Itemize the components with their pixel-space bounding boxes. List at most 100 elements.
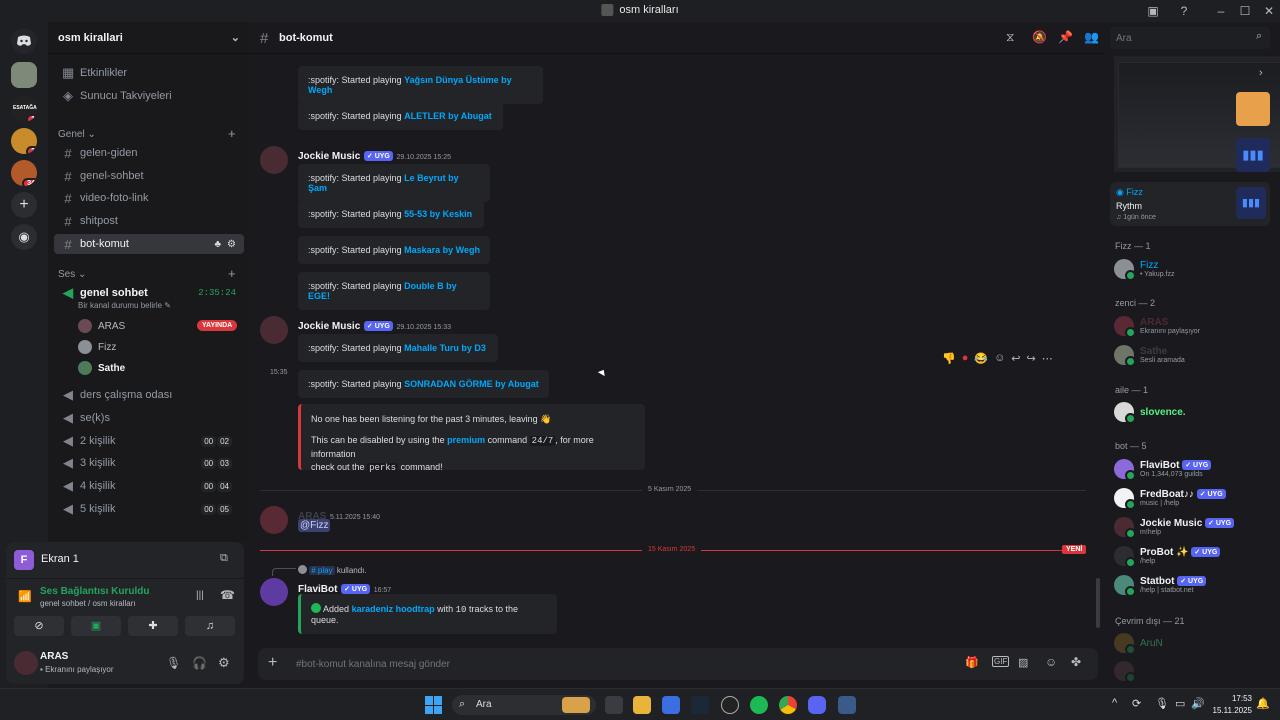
network-icon[interactable]: ▭ [1175,697,1185,710]
member-item[interactable]: Jockie Music ✓ UYG m!help [1114,514,1274,540]
app-icon[interactable] [838,696,856,714]
search-box[interactable]: ⌕ [1110,27,1270,49]
clock-date[interactable]: 15.11.2025 [1212,706,1252,715]
voice-user[interactable]: Sathe [78,361,125,375]
start-button[interactable] [425,696,443,714]
voice-user[interactable]: Fizz [78,340,116,354]
apps-icon[interactable]: ✤ [1071,655,1081,669]
chevron-up-icon[interactable]: ^ [1112,697,1117,709]
discord-icon[interactable] [808,696,826,714]
store-icon[interactable] [662,696,680,714]
maximize-button[interactable]: ☐ [1238,4,1252,18]
chrome-icon[interactable] [779,696,797,714]
add-member-icon[interactable]: ♣ [214,239,221,250]
sidebar-item-channel[interactable]: # video-foto-link [54,188,244,208]
scrollbar[interactable] [1096,578,1100,628]
minimize-button[interactable]: – [1214,4,1228,18]
sidebar-item-channel[interactable]: # genel-sohbet [54,166,244,186]
more-icon[interactable]: ⋯ [1042,352,1053,365]
microphone-icon[interactable]: 🎙 [166,656,181,670]
task-view-icon[interactable] [605,696,623,714]
search-input[interactable] [1116,31,1246,45]
avatar[interactable] [260,146,288,174]
member-item[interactable]: FlaviBot ✓ UYG On 1,344,073 guilds [1114,456,1274,482]
voice-channel-active[interactable]: ◀ genel sohbet 2:35:24 [54,283,244,303]
member-item[interactable] [1114,658,1274,684]
discord-home-icon[interactable] [11,28,37,54]
sidebar-item-channel-active[interactable]: # bot-komut ♣ ⚙ [54,234,244,254]
soundboard-button[interactable]: ♫ [185,616,235,636]
gift-icon[interactable]: 🎁 [965,656,979,669]
sidebar-item-events[interactable]: ▦ Etkinlikler [54,63,244,83]
avatar[interactable] [260,506,288,534]
add-channel-icon[interactable]: + [228,266,236,281]
spotify-icon[interactable] [750,696,768,714]
add-reaction-icon[interactable]: ☺ [994,352,1005,364]
add-server-icon[interactable]: + [11,192,37,218]
member-item[interactable]: Sathe Sesli aramada [1114,342,1274,368]
taskbar-search[interactable]: ⌕ Ara [452,695,596,715]
reply-icon[interactable]: ↩ [1011,352,1020,365]
voice-channel[interactable]: ◀ 4 kişilik 00 04 [54,476,244,496]
microphone-icon[interactable]: 🎙 [1155,697,1169,710]
voice-channel[interactable]: ◀ 5 kişilik 00 05 [54,499,244,519]
inbox-icon[interactable]: ▣ [1146,4,1160,18]
server-icon[interactable]: ESATAĞA 1 [11,96,37,122]
avatar[interactable] [260,316,288,344]
voice-channel[interactable]: ◀ se(k)s [54,408,244,428]
sidebar-item-boosts[interactable]: ◈ Sunucu Takviyeleri [54,86,244,106]
interaction-reply[interactable]: # play kullandı. [298,565,367,575]
disconnect-icon[interactable]: ☎ [220,588,235,602]
message-input[interactable] [296,655,916,673]
server-icon[interactable]: 2 [11,128,37,154]
member-item[interactable]: ARAS Ekranını paylaşıyor [1114,313,1274,339]
steam-icon[interactable] [691,696,709,714]
voice-status[interactable]: Ses Bağlantısı Kuruldu [40,586,149,597]
author-name[interactable]: Jockie Music [298,151,360,162]
sticker-icon[interactable]: ▨ [1018,656,1028,669]
member-item[interactable]: slovence. [1114,399,1274,425]
voice-channel[interactable]: ◀ ders çalışma odası [54,385,244,405]
screen-share-button[interactable]: ▣ [71,616,121,636]
sidebar-item-channel[interactable]: # gelen-giden [54,143,244,163]
member-item[interactable]: FredBoat♪♪ ✓ UYG music | /help [1114,485,1274,511]
member-list-icon[interactable]: 👥 [1084,30,1099,44]
mention[interactable]: @Fizz [298,519,331,532]
gear-icon[interactable]: ⚙ [218,655,230,671]
voice-channel[interactable]: ◀ 3 kişilik 00 03 [54,453,244,473]
voice-channel[interactable]: ◀ 2 kişilik 00 02 [54,431,244,451]
guild-header[interactable]: osm kirallari ⌄ [48,22,250,54]
avatar[interactable] [260,578,288,606]
reaction-icon[interactable]: 😂 [974,352,988,365]
member-item[interactable]: ProBot ✨ ✓ UYG/help [1114,543,1274,569]
add-channel-icon[interactable]: + [228,126,236,141]
reaction-icon[interactable]: 👎 [942,352,956,365]
author-name[interactable]: Jockie Music [298,321,360,332]
popout-icon[interactable]: ⧉ [220,552,228,565]
explore-icon[interactable]: ◉ [11,224,37,250]
pin-icon[interactable]: 📌 [1058,30,1073,44]
activities-button[interactable]: ✚ [128,616,178,636]
category-voice[interactable]: Ses ⌄ [58,269,86,280]
close-button[interactable]: ✕ [1262,4,1276,18]
threads-icon[interactable]: ⧖ [1006,30,1014,45]
voice-status[interactable]: Bir kanal durumu belirle ✎ [78,301,171,310]
avatar[interactable] [14,651,38,675]
headphones-icon[interactable]: 🎧 [192,656,207,670]
app-icon[interactable] [721,696,739,714]
server-icon[interactable]: 34 [11,160,37,186]
camera-off-button[interactable]: ⊘ [14,616,64,636]
emoji-icon[interactable]: ☺ [1045,655,1057,669]
sync-icon[interactable]: ⟳ [1132,697,1141,710]
forward-icon[interactable]: ↪ [1027,352,1036,365]
server-icon[interactable] [11,62,37,88]
volume-icon[interactable]: 🔊 [1191,697,1205,710]
member-item[interactable]: Fizz • Yakup.fzz [1114,256,1274,282]
member-item[interactable]: Statbot ✓ UYG/help | statbot.net [1114,572,1274,598]
noise-icon[interactable]: ||| [196,590,204,601]
notification-icon[interactable]: 🔔 [1256,697,1270,710]
clock-time[interactable]: 17:53 [1212,694,1252,703]
reaction-icon[interactable]: ● [962,352,969,364]
voice-user[interactable]: ARAS [78,319,125,333]
category-general[interactable]: Genel ⌄ [58,129,96,140]
